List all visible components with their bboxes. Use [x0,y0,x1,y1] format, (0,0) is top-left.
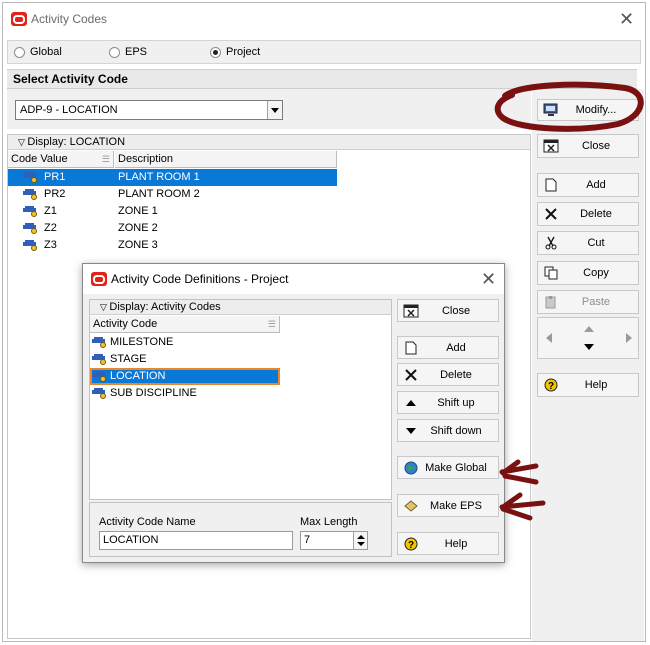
annotation-circle-modify [494,81,644,132]
hand-drawn-annotations [494,81,644,521]
annotation-arrow-make-global [499,459,539,485]
annotation-arrow-make-eps [499,492,546,521]
